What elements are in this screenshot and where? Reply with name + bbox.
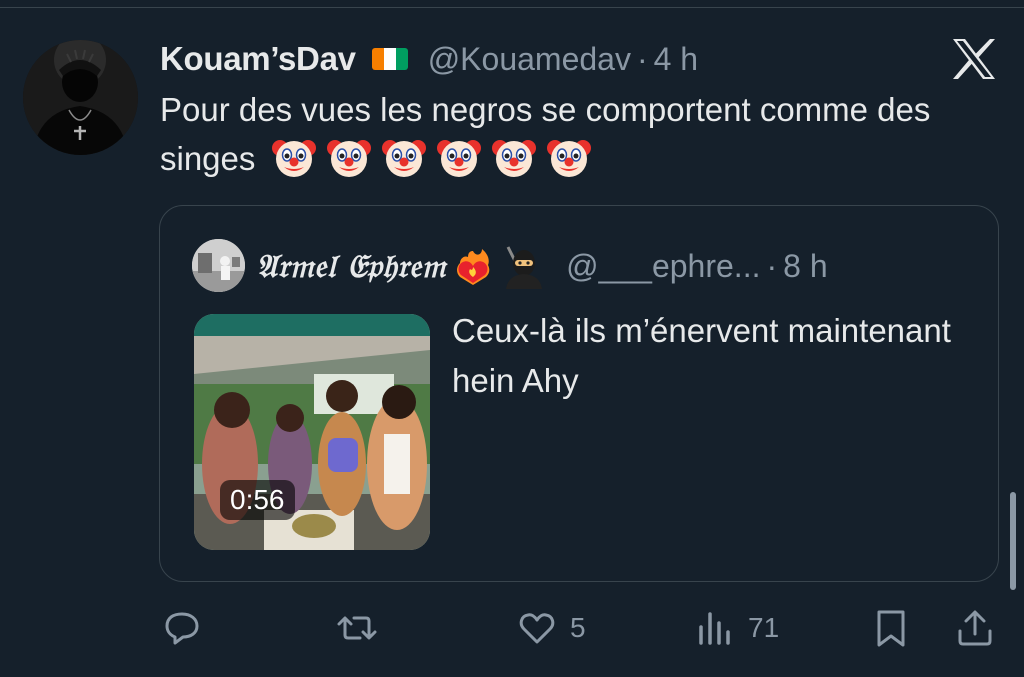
quoted-tweet-timestamp[interactable]: 8 h — [783, 248, 827, 285]
tweet-action-bar: 5 71 — [0, 598, 1024, 658]
top-divider — [0, 7, 1024, 8]
share-icon — [958, 610, 992, 646]
quoted-tweet-text: Ceux-là ils m’énervent maintenant hein A… — [452, 312, 951, 399]
tweet-header: Kouam’sDav @Kouamedav · 4 h — [160, 36, 698, 82]
views-count: 71 — [748, 612, 780, 643]
quoted-author-avatar[interactable] — [192, 239, 245, 292]
clown-face-icon — [491, 140, 536, 177]
heart-icon — [519, 613, 555, 644]
video-duration-badge: 0:56 — [220, 480, 295, 520]
heart-on-fire-icon — [457, 249, 490, 285]
author-avatar[interactable] — [23, 40, 138, 155]
like-button[interactable]: 5 — [516, 598, 586, 658]
views-icon — [699, 612, 730, 645]
clown-face-icon — [381, 140, 426, 177]
ivory-coast-flag-icon — [371, 48, 408, 70]
clown-face-icon — [271, 140, 316, 177]
bookmark-button[interactable] — [870, 598, 912, 658]
bookmark-icon — [877, 610, 905, 647]
author-handle[interactable]: @Kouamedav — [428, 41, 631, 78]
quoted-author-display-name[interactable]: 𝔄𝔯𝔪𝔢𝔩 𝔈𝔭𝔥𝔯𝔢𝔪 — [256, 247, 446, 286]
quoted-author-handle[interactable]: @___ephre... — [566, 248, 760, 285]
share-button[interactable] — [954, 598, 996, 658]
reply-icon — [165, 612, 199, 645]
video-thumbnail[interactable]: 0:56 — [194, 314, 430, 550]
tweet-timestamp[interactable]: 4 h — [654, 41, 698, 78]
clown-face-icon — [436, 140, 481, 177]
clown-face-icon — [326, 140, 371, 177]
page-scrollbar[interactable] — [1010, 492, 1016, 590]
repost-icon — [337, 616, 377, 640]
clown-face-icon — [546, 140, 591, 177]
x-logo-icon[interactable] — [951, 38, 997, 80]
views-button[interactable]: 71 — [694, 598, 779, 658]
header-separator: · — [636, 40, 648, 77]
quoted-tweet-card[interactable]: 𝔄𝔯𝔪𝔢𝔩 𝔈𝔭𝔥𝔯𝔢𝔪 @___ephre... · 8 h 0:56 Ceu… — [159, 205, 999, 582]
author-display-name[interactable]: Kouam’sDav — [160, 40, 356, 78]
quoted-tweet-header: 𝔄𝔯𝔪𝔢𝔩 𝔈𝔭𝔥𝔯𝔢𝔪 @___ephre... · 8 h — [256, 244, 828, 289]
like-count: 5 — [570, 612, 586, 643]
tweet-text: Pour des vues les negros se comportent c… — [160, 86, 1010, 183]
repost-button[interactable] — [336, 598, 378, 658]
ninja-icon — [506, 246, 543, 289]
reply-button[interactable] — [161, 598, 203, 658]
quoted-header-separator: · — [766, 247, 778, 284]
clown-emoji-row — [271, 134, 592, 180]
